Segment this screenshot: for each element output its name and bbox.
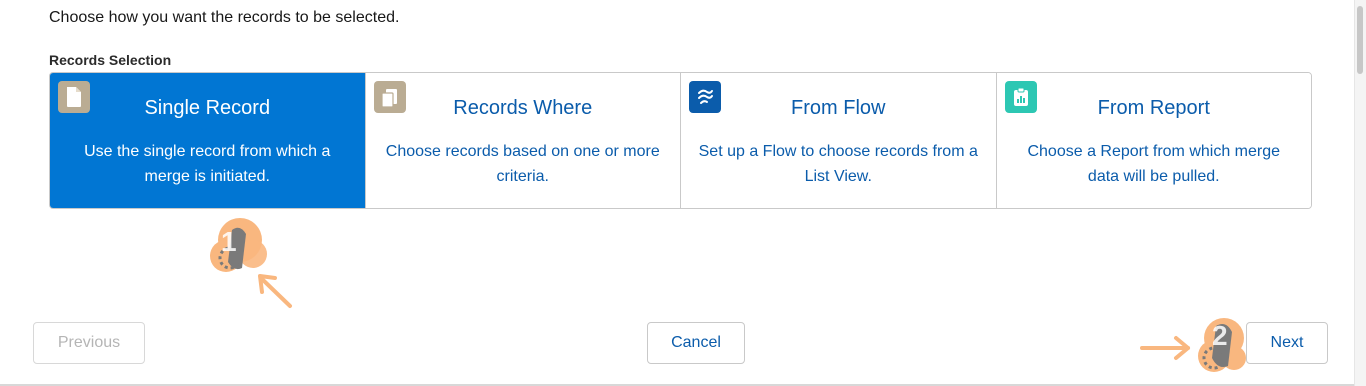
option-records-where[interactable]: Records Where Choose records based on on… [365, 73, 681, 208]
option-title: Single Record [144, 97, 271, 119]
option-description: Choose a Report from which merge data wi… [1027, 143, 1281, 185]
page-scrollbar[interactable] [1354, 0, 1366, 386]
option-single-record[interactable]: Single Record Use the single record from… [50, 73, 366, 208]
option-title: Records Where [453, 97, 593, 119]
section-label: Records Selection [49, 52, 172, 68]
step-1-marker [210, 218, 292, 308]
option-description: Choose records based on one or more crit… [385, 143, 660, 185]
instruction-text: Choose how you want the records to be se… [49, 9, 400, 26]
step-2-number: 2 [1212, 320, 1228, 351]
option-from-report[interactable]: From Report Choose a Report from which m… [996, 73, 1311, 208]
step-2-marker [1140, 318, 1246, 372]
previous-button[interactable]: Previous [33, 322, 145, 364]
scroll-thumb[interactable] [1357, 6, 1363, 74]
option-from-flow[interactable]: From Flow Set up a Flow to choose record… [681, 73, 997, 208]
next-button[interactable]: Next [1246, 322, 1328, 364]
option-description: Use the single record from which a merge… [84, 143, 331, 185]
step-1-number: 1 [221, 226, 237, 257]
option-title: From Flow [791, 97, 886, 119]
records-selection-group: Single Record Use the single record from… [49, 72, 1312, 209]
option-description: Set up a Flow to choose records from a L… [698, 143, 978, 185]
cancel-button[interactable]: Cancel [647, 322, 745, 364]
option-title: From Report [1097, 97, 1210, 119]
